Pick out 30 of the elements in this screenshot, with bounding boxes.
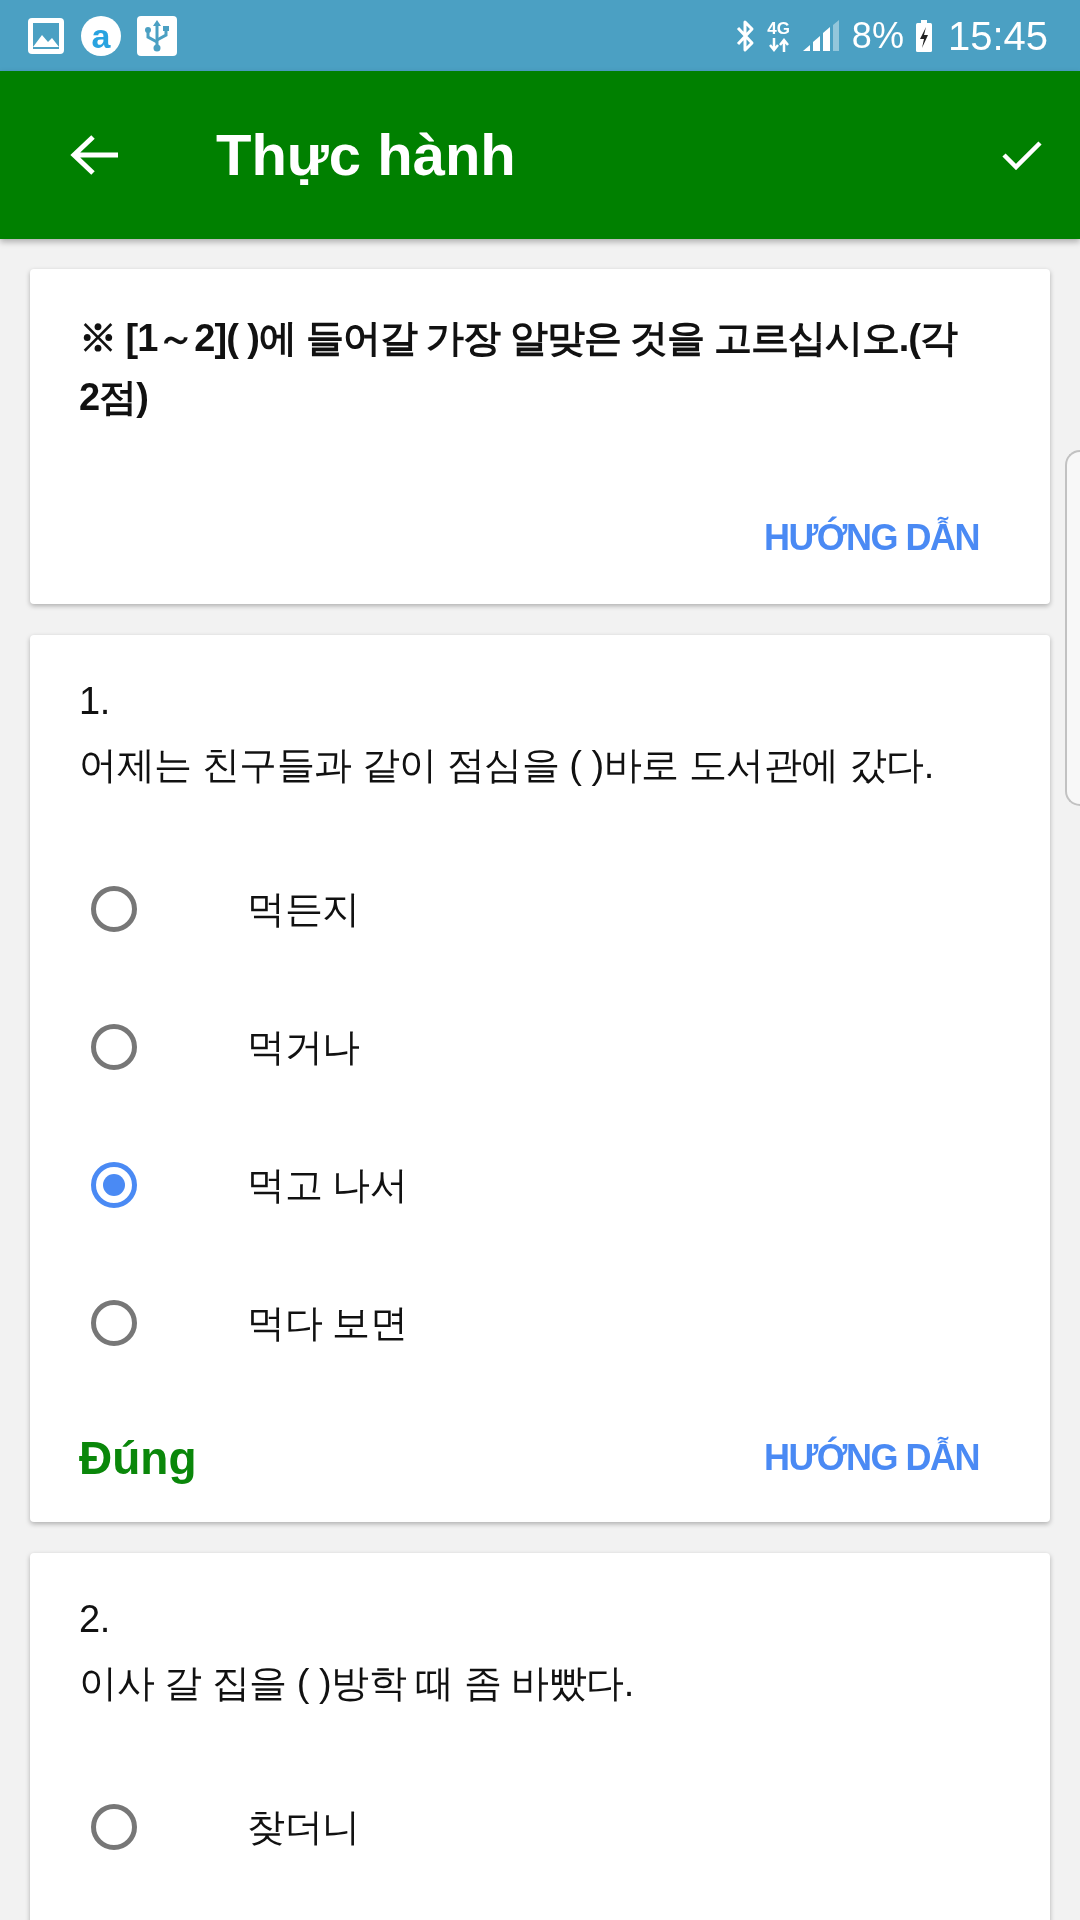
question-number: 2. (79, 1597, 111, 1642)
question-text: 어제는 친구들과 같이 점심을 ( )바로 도서관에 갔다. (79, 743, 935, 788)
clock-time: 15:45 (947, 13, 1048, 58)
image-icon (27, 16, 65, 55)
checkmark-icon[interactable] (1002, 140, 1042, 170)
app-logo: a (81, 15, 121, 56)
radio-button[interactable] (90, 1803, 138, 1851)
radio-button[interactable] (90, 1023, 138, 1071)
option-label[interactable]: 먹고 나서 (247, 1160, 408, 1210)
screen-title: Thực hành (216, 121, 516, 189)
battery-icon (915, 19, 932, 52)
bluetooth-icon (735, 18, 756, 53)
data-arrows-icon (767, 37, 790, 52)
signal-icon (801, 19, 840, 52)
question-number: 1. (79, 679, 111, 724)
instruction-text: ※ [1～2]( )에 들어갈 가장 알맞은 것을 고르십시오.(각 2점) (79, 316, 959, 420)
network-type-label: 4G (767, 19, 790, 38)
option-label[interactable]: 찾더니 (247, 1802, 360, 1852)
option-label[interactable]: 먹거나 (247, 1022, 360, 1072)
back-arrow-icon[interactable] (70, 134, 120, 176)
option-label[interactable]: 먹든지 (247, 884, 360, 934)
radio-button[interactable] (90, 1161, 138, 1209)
radio-button[interactable] (90, 885, 138, 933)
radio-button[interactable] (90, 1299, 138, 1347)
result-label: Đúng (79, 1431, 197, 1486)
usb-icon (137, 15, 177, 56)
battery-percent: 8% (851, 15, 904, 56)
option-label[interactable]: 먹다 보면 (247, 1298, 408, 1348)
question-text: 이사 갈 집을 ( )방학 때 좀 바빴다. (79, 1661, 635, 1706)
edge-panel-handle[interactable] (1065, 450, 1080, 806)
